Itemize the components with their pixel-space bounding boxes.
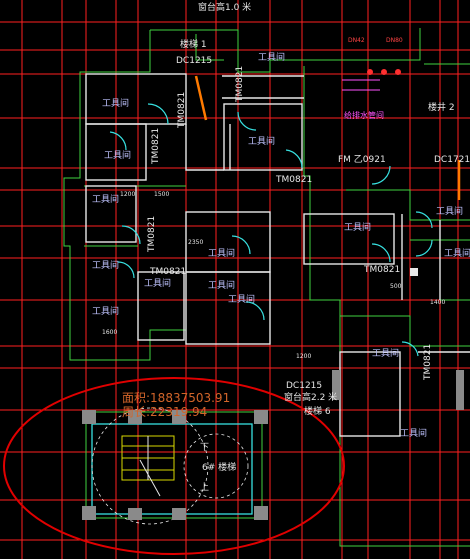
room-label: 工具间 [208, 279, 235, 291]
dn42-label: DN42 [348, 37, 365, 44]
stair-mark-label: 6# 楼梯 [202, 461, 236, 473]
dc-tag-top: DC1215 [176, 56, 212, 66]
perimeter-measurement-label: 周长:22319.94 [122, 405, 207, 419]
room-label: 工具间 [92, 305, 119, 317]
stair-tag-right: 楼梯 6 [304, 405, 331, 417]
room-label: 工具间 [208, 247, 235, 259]
dimension-label: 2350 [188, 239, 203, 246]
wc-tag: 楼井 2 [428, 101, 455, 113]
room-label: 工具间 [248, 135, 275, 147]
room-label: 工具间 [400, 427, 427, 439]
dc-tag-mid: DC1215 [286, 381, 322, 391]
window-sill-label-top: 窗台高1.0 米 [198, 1, 251, 13]
room-label: 工具间 [144, 277, 171, 289]
room-label: 工具间 [344, 221, 371, 233]
fm-tag: FM 乙0921 [338, 154, 386, 165]
door-label: TM0821 [151, 128, 161, 165]
room-label: 工具间 [436, 205, 463, 217]
cad-floor-plan-canvas[interactable]: 窗台高1.0 米 楼梯 1 DC1215 楼井 2 DN42 DN80 给排水管… [0, 0, 470, 559]
room-label: 工具间 [372, 347, 399, 359]
plumbing-room-label: 给排水管间 [344, 110, 384, 120]
room-label: 工具间 [104, 149, 131, 161]
white-wall-lines [85, 73, 470, 437]
room-label: 工具间 [92, 193, 119, 205]
dimension-label: 500 [390, 283, 402, 290]
door-label: TM0821 [235, 66, 245, 103]
door-label: TM0821 [423, 344, 433, 381]
room-label: 工具间 [258, 51, 285, 63]
room-label: 工具间 [228, 293, 255, 305]
stair-up-label: 上 [200, 482, 209, 493]
room-label: 工具间 [444, 247, 470, 259]
door-label: TM0821 [149, 267, 186, 277]
area-measurement-label: 面积:18837503.91 [122, 391, 230, 405]
dimension-label: 1500 [154, 191, 169, 198]
dimension-label: 1200 [296, 353, 311, 360]
window-sill-label-mid: 窗台高2.2 米 [284, 391, 337, 403]
stair-down-label: 下 [200, 443, 209, 453]
room-label: 工具间 [102, 97, 129, 109]
door-label: TM0821 [363, 265, 400, 275]
door-label: TM0821 [147, 216, 157, 253]
dn80-label: DN80 [386, 37, 403, 44]
dimension-label: 1200 [120, 191, 135, 198]
door-label: TM0821 [177, 92, 187, 129]
room-label: 工具间 [92, 259, 119, 271]
dimension-label: 1400 [430, 299, 445, 306]
stair-tag-top: 楼梯 1 [180, 38, 207, 50]
pipe-symbols [342, 69, 401, 91]
dc-1721-tag: DC1721 [434, 155, 470, 165]
door-label: TM0821 [275, 175, 312, 185]
dimension-label: 1600 [102, 329, 117, 336]
